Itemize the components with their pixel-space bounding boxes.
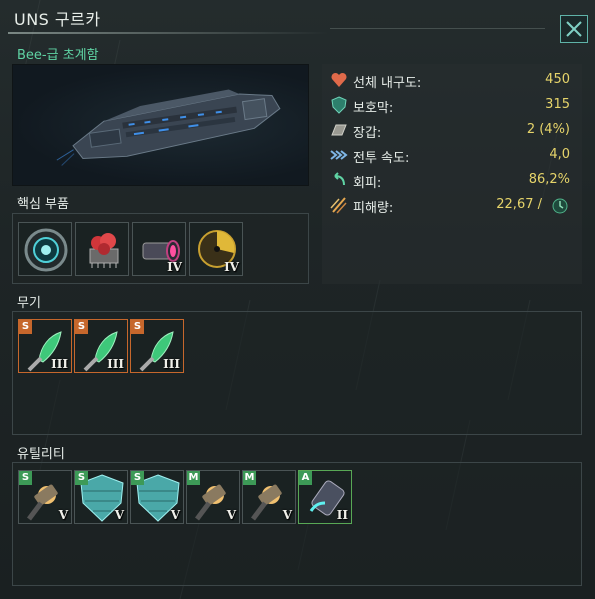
damage-icon	[330, 197, 347, 214]
close-icon	[566, 21, 582, 37]
slot-size-tag: S	[75, 320, 88, 334]
slot-size-tag: S	[19, 471, 32, 485]
core-slot-computer[interactable]	[75, 222, 129, 276]
stat-damage: 피해량: 22,67 /	[330, 195, 578, 217]
close-button[interactable]	[560, 15, 588, 43]
weapons-panel: S III S III S III	[12, 311, 582, 435]
slot-size-tag: S	[131, 320, 144, 334]
stat-value: 450	[545, 72, 570, 87]
tier-label: V	[58, 508, 68, 522]
stat-armor: 장갑: 2 (4%)	[330, 120, 578, 142]
corvette-ship-icon	[56, 89, 281, 166]
utility-slot-2[interactable]: S V	[74, 470, 128, 524]
speed-icon	[330, 150, 348, 160]
utility-slot-6[interactable]: A II	[298, 470, 352, 524]
tier-label: IV	[167, 260, 182, 274]
tier-label: III	[163, 357, 180, 371]
stat-label: 피해량:	[353, 201, 394, 216]
slot-size-tag: S	[131, 471, 144, 485]
reactor-icon	[24, 228, 68, 272]
slot-size-tag: S	[19, 320, 32, 334]
shield-icon	[331, 96, 347, 114]
core-slot-sensor[interactable]: IV	[189, 222, 243, 276]
stat-value: 22,67 /	[496, 197, 542, 212]
stats-panel: 선체 내구도: 450 보호막: 315 장갑: 2 (4%) 전투 속도: 4…	[322, 64, 582, 284]
stat-value: 4,0	[549, 147, 570, 162]
core-components-label: 핵심 부품	[17, 197, 69, 212]
slot-size-tag: A	[299, 471, 312, 485]
ship-detail-window: UNS 구르카 Bee-급 초계함 선체 내구도: 450 보호막: 315 장…	[0, 0, 595, 599]
stat-value: 86,2%	[528, 172, 570, 187]
stat-value: 315	[545, 97, 570, 112]
stat-label: 전투 속도:	[353, 151, 410, 166]
slot-size-tag: M	[187, 471, 200, 485]
window-title: UNS 구르카	[14, 10, 101, 29]
utilities-label: 유틸리티	[17, 447, 65, 462]
computer-icon	[89, 233, 119, 268]
weapons-label: 무기	[17, 296, 41, 311]
utilities-panel: S V S V S V M V M V A II	[12, 462, 582, 586]
utility-slot-4[interactable]: M V	[186, 470, 240, 524]
core-components-panel: IV IV	[12, 213, 309, 284]
weapon-slot-3[interactable]: S III	[130, 319, 184, 373]
tier-label: V	[226, 508, 236, 522]
utility-slot-1[interactable]: S V	[18, 470, 72, 524]
slot-size-tag: S	[75, 471, 88, 485]
slot-size-tag: M	[243, 471, 256, 485]
tier-label: V	[170, 508, 180, 522]
title-underline	[8, 32, 328, 34]
stat-label: 장갑:	[353, 126, 382, 141]
stat-evasion: 회피: 86,2%	[330, 170, 578, 192]
tier-label: V	[114, 508, 124, 522]
stat-label: 회피:	[353, 176, 382, 191]
heart-icon	[331, 72, 347, 87]
tier-label: V	[282, 508, 292, 522]
core-slot-reactor[interactable]	[18, 222, 72, 276]
utility-slot-3[interactable]: S V	[130, 470, 184, 524]
tier-label: III	[51, 357, 68, 371]
tier-label: II	[336, 508, 348, 522]
stat-value: 2 (4%)	[526, 122, 570, 137]
tier-label: III	[107, 357, 124, 371]
title-bar: UNS 구르카	[0, 0, 595, 36]
utility-slot-5[interactable]: M V	[242, 470, 296, 524]
ship-image	[12, 64, 309, 186]
stat-hull: 선체 내구도: 450	[330, 70, 578, 92]
weapon-slot-1[interactable]: S III	[18, 319, 72, 373]
title-divider	[330, 28, 545, 29]
armor-icon	[331, 124, 347, 136]
weapon-slot-2[interactable]: S III	[74, 319, 128, 373]
ship-class-label: Bee-급 초계함	[17, 48, 99, 63]
stat-shield: 보호막: 315	[330, 95, 578, 117]
core-slot-thruster[interactable]: IV	[132, 222, 186, 276]
stat-combat-speed: 전투 속도: 4,0	[330, 145, 578, 167]
clock-icon	[552, 198, 568, 214]
tier-label: IV	[224, 260, 239, 274]
stat-label: 보호막:	[353, 101, 394, 116]
evasion-icon	[334, 172, 345, 186]
stat-label: 선체 내구도:	[353, 76, 422, 91]
